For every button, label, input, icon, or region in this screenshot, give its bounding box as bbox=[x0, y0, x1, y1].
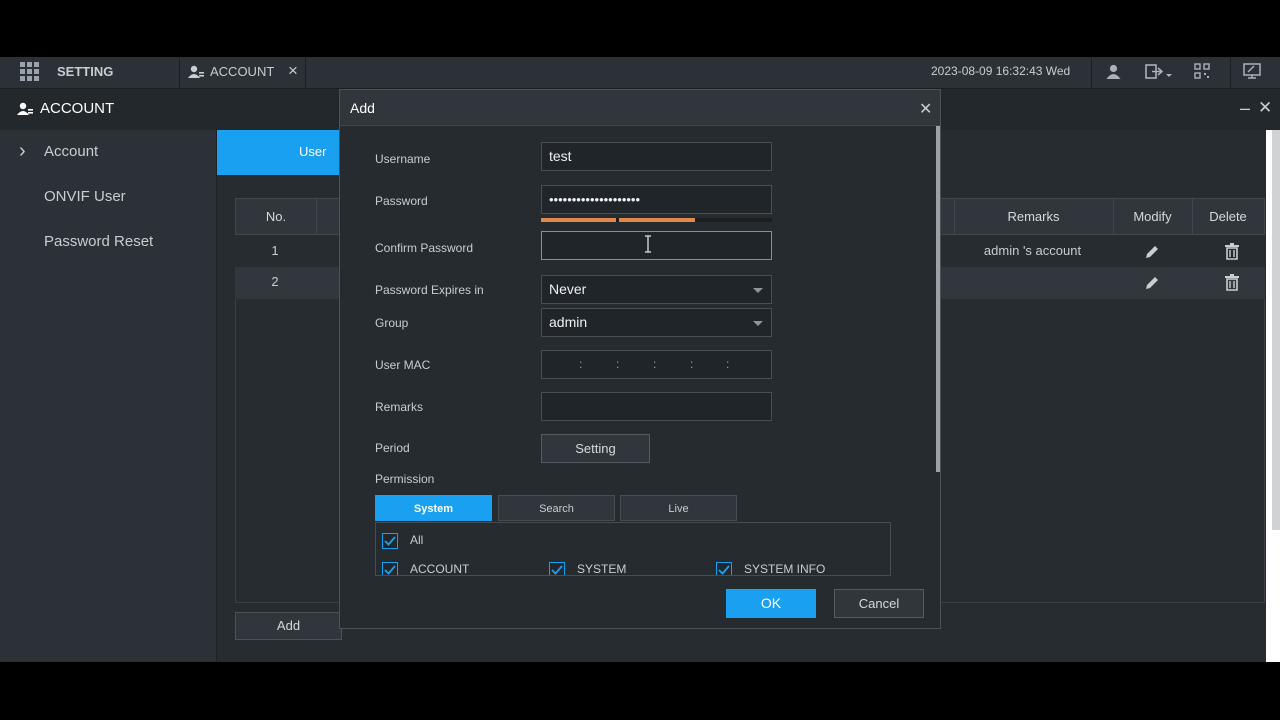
col-delete: Delete bbox=[1209, 209, 1247, 224]
ok-button[interactable]: OK bbox=[726, 589, 816, 618]
close-tab-icon[interactable]: × bbox=[288, 61, 298, 81]
mac-separator: : bbox=[690, 357, 694, 371]
check-icon[interactable] bbox=[716, 562, 732, 575]
mac-separator: : bbox=[653, 357, 657, 371]
col-modify: Modify bbox=[1133, 209, 1172, 224]
tab-system[interactable]: System bbox=[375, 495, 492, 521]
close-icon[interactable]: ✕ bbox=[1258, 98, 1272, 118]
perm-all-label: All bbox=[410, 533, 424, 547]
password-label: Password bbox=[375, 194, 428, 208]
group-select[interactable]: admin bbox=[541, 308, 772, 337]
trash-icon[interactable] bbox=[1225, 243, 1239, 260]
perm-system-label: SYSTEM bbox=[577, 562, 627, 576]
confirm-password-field[interactable] bbox=[541, 231, 772, 260]
check-icon[interactable] bbox=[382, 562, 398, 575]
password-expires-value: Never bbox=[549, 281, 587, 297]
chevron-down-icon bbox=[753, 321, 763, 326]
username-field[interactable]: test bbox=[541, 142, 772, 171]
dialog-scrollbar[interactable] bbox=[936, 126, 940, 472]
mac-separator: : bbox=[616, 357, 620, 371]
close-icon[interactable]: ✕ bbox=[919, 99, 932, 119]
user-mac-field[interactable]: : : : : : bbox=[541, 350, 772, 379]
trash-icon[interactable] bbox=[1225, 274, 1239, 291]
row-no: 2 bbox=[271, 274, 279, 289]
check-icon[interactable] bbox=[549, 562, 565, 575]
confirm-password-label: Confirm Password bbox=[375, 241, 474, 255]
text-cursor-icon bbox=[643, 235, 653, 253]
tab-live[interactable]: Live bbox=[620, 495, 737, 521]
account-tab-label[interactable]: ACCOUNT bbox=[210, 64, 274, 79]
monitor-icon[interactable] bbox=[1243, 63, 1261, 80]
cancel-button[interactable]: Cancel bbox=[834, 589, 924, 618]
pencil-icon[interactable] bbox=[1144, 244, 1160, 260]
setting-label[interactable]: SETTING bbox=[57, 64, 113, 79]
perm-system-info-label: SYSTEM INFO bbox=[744, 562, 826, 576]
perm-account-label: ACCOUNT bbox=[410, 562, 470, 576]
mac-separator: : bbox=[579, 357, 583, 371]
datetime: 2023-08-09 16:32:43 Wed bbox=[931, 64, 1071, 78]
user-icon bbox=[188, 65, 204, 79]
row-remarks: admin 's account bbox=[983, 243, 1082, 258]
period-label: Period bbox=[375, 441, 410, 455]
row-no: 1 bbox=[271, 243, 279, 258]
sidebar-item-onvif-user[interactable]: ONVIF User bbox=[44, 188, 126, 205]
dialog-header: Add ✕ bbox=[340, 90, 940, 126]
permission-label: Permission bbox=[375, 472, 435, 486]
pencil-icon[interactable] bbox=[1144, 275, 1160, 291]
chevron-down-icon bbox=[753, 288, 763, 293]
remarks-field[interactable] bbox=[541, 392, 772, 421]
add-user-dialog: Add ✕ Username test Password •••••••••••… bbox=[339, 89, 941, 629]
user-mac-label: User MAC bbox=[375, 358, 431, 372]
col-remarks: Remarks bbox=[1007, 209, 1060, 224]
add-user-button[interactable]: Add bbox=[235, 612, 342, 640]
sidebar: › Account ONVIF User Password Reset bbox=[0, 130, 217, 662]
remarks-label: Remarks bbox=[375, 400, 424, 414]
page-title: ACCOUNT bbox=[40, 100, 115, 117]
permission-panel: All ACCOUNT SYSTEM SYSTEM INFO bbox=[375, 522, 891, 576]
tab-user-label: User bbox=[299, 144, 327, 159]
check-icon[interactable] bbox=[382, 533, 398, 549]
password-expires-select[interactable]: Never bbox=[541, 275, 772, 304]
mac-separator: : bbox=[726, 357, 730, 371]
password-expires-label: Password Expires in bbox=[375, 283, 484, 297]
password-strength-bar bbox=[541, 218, 772, 222]
period-setting-button[interactable]: Setting bbox=[541, 434, 650, 463]
group-label: Group bbox=[375, 316, 409, 330]
user-icon[interactable] bbox=[1106, 64, 1121, 79]
sidebar-item-account[interactable]: Account bbox=[44, 143, 98, 160]
top-bar: SETTING ACCOUNT × 2023-08-09 16:32:43 We… bbox=[0, 57, 1280, 89]
minimize-icon[interactable]: – bbox=[1240, 98, 1250, 119]
col-no: No. bbox=[265, 209, 287, 224]
password-field[interactable]: •••••••••••••••••••• bbox=[541, 185, 772, 214]
tab-search[interactable]: Search bbox=[498, 495, 615, 521]
page-scrollbar-thumb[interactable] bbox=[1272, 130, 1280, 530]
qr-icon[interactable] bbox=[1194, 63, 1210, 79]
user-icon bbox=[17, 102, 33, 116]
dialog-title: Add bbox=[350, 100, 375, 116]
username-label: Username bbox=[375, 152, 431, 166]
tab-user[interactable]: User bbox=[217, 130, 340, 175]
chevron-right-icon: › bbox=[19, 140, 26, 162]
group-value: admin bbox=[549, 314, 588, 330]
grid-icon[interactable] bbox=[20, 62, 39, 81]
logout-icon[interactable] bbox=[1145, 63, 1173, 81]
sidebar-item-password-reset[interactable]: Password Reset bbox=[44, 233, 153, 250]
